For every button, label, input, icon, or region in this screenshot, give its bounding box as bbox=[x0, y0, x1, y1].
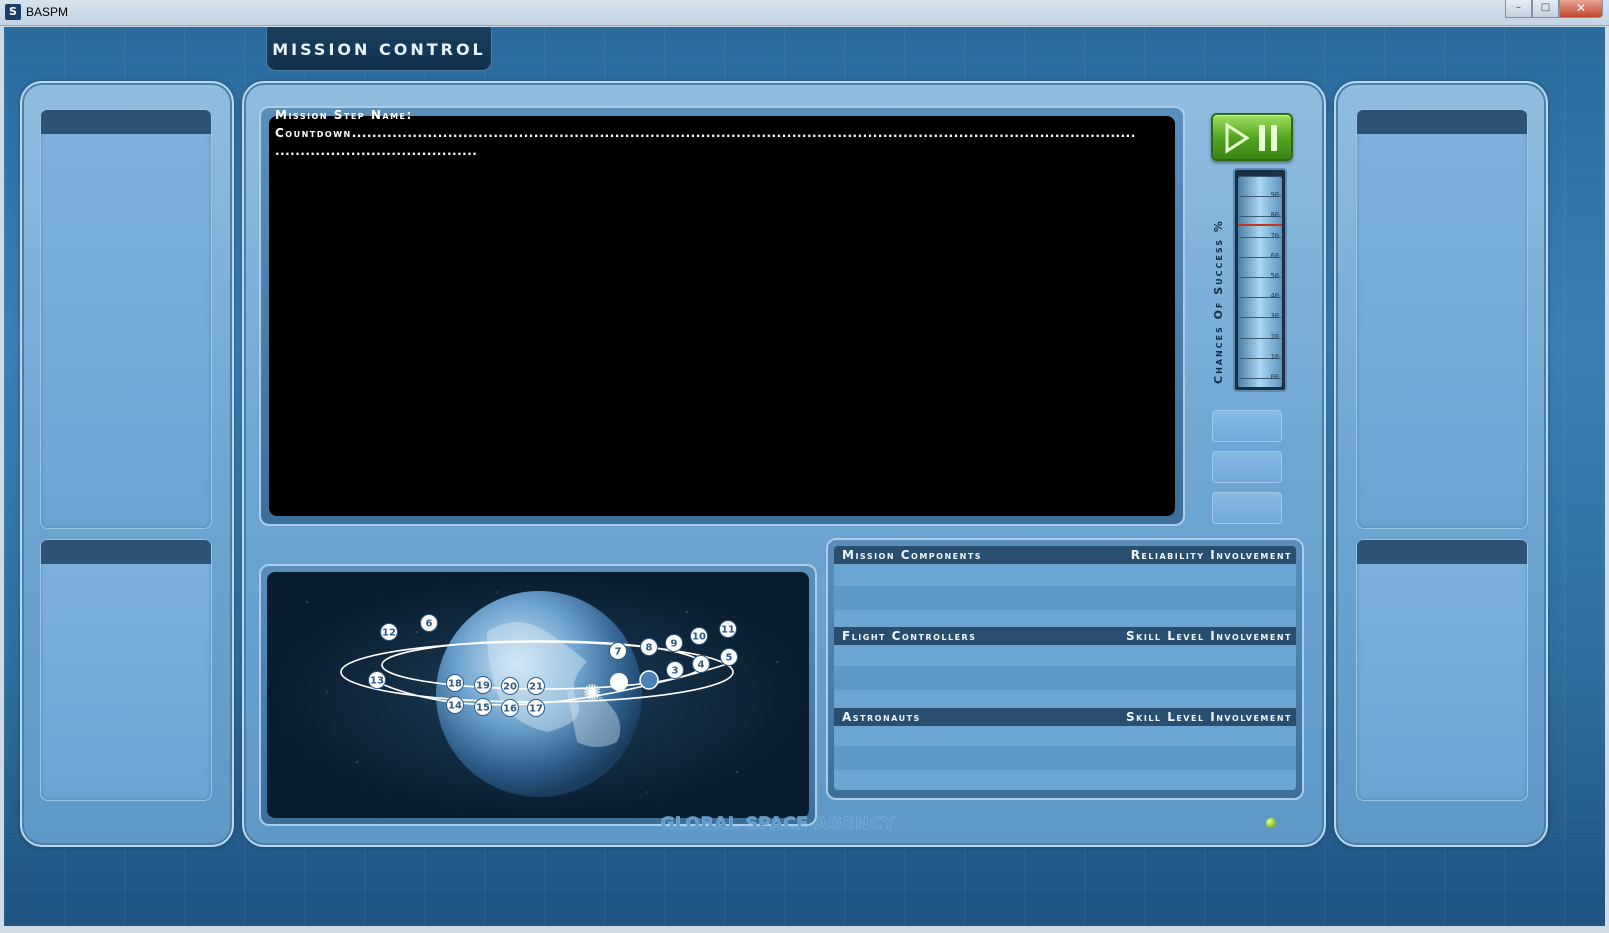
orbit-step-label: 11 bbox=[721, 625, 735, 636]
mission-screen-frame bbox=[259, 106, 1185, 526]
window-controls: – □ ✕ bbox=[1505, 0, 1603, 18]
agency-name: GLOBAL SPACE AGENCY bbox=[660, 814, 896, 835]
orbit-step-label: 14 bbox=[448, 701, 462, 712]
orbit-view: ✺ 3 4 5 6 7 8 9 10 11 12 13 14 15 16 17 18 19 20 21 bbox=[267, 572, 809, 818]
left-panel bbox=[20, 81, 234, 847]
right-slot-top bbox=[1356, 109, 1528, 529]
orbit-step-label: 10 bbox=[692, 632, 706, 643]
left-slot-top bbox=[40, 109, 212, 529]
sun-icon: ✺ bbox=[583, 681, 601, 706]
slot-header bbox=[1357, 540, 1527, 564]
involvement-col: Involvement bbox=[1210, 548, 1292, 562]
orbit-step-label: 8 bbox=[646, 643, 653, 654]
orbit-step-label: 19 bbox=[476, 681, 490, 692]
app-icon: S bbox=[5, 4, 21, 20]
header-tab: MISSION CONTROL bbox=[266, 27, 492, 71]
right-slot-bottom bbox=[1356, 539, 1528, 801]
info-row bbox=[834, 746, 1296, 770]
slot-header bbox=[41, 110, 211, 134]
reliability-col: Reliability bbox=[1130, 548, 1205, 562]
orbit-step-label: 6 bbox=[426, 619, 433, 630]
control-slot-3 bbox=[1212, 492, 1282, 524]
dot-leader: ........................................… bbox=[351, 126, 1135, 140]
slot-header bbox=[1357, 110, 1527, 134]
info-row bbox=[834, 586, 1296, 610]
gauge-tick-label: 20 bbox=[1270, 332, 1279, 341]
close-button[interactable]: ✕ bbox=[1559, 0, 1603, 18]
step-name-value: Countdown bbox=[275, 126, 352, 140]
success-gauge: 100 90 80 70 60 50 40 30 20 10 00 bbox=[1233, 168, 1287, 392]
right-panel bbox=[1334, 81, 1548, 847]
skill-level-col: Skill Level bbox=[1126, 629, 1205, 643]
step-countdown-line: Countdown ..............................… bbox=[275, 124, 1135, 142]
gauge-tick-label: 80 bbox=[1270, 211, 1279, 220]
orbit-step-label: 12 bbox=[382, 628, 396, 639]
page-title: MISSION CONTROL bbox=[272, 40, 486, 59]
mission-components-columns: Reliability Involvement bbox=[1131, 548, 1292, 562]
left-slot-bottom bbox=[40, 539, 212, 801]
mission-step-text: Mission Step Name: Countdown ...........… bbox=[275, 106, 1135, 160]
mission-components-label: Mission Components bbox=[842, 548, 983, 562]
flight-controllers-columns: Skill Level Involvement bbox=[1126, 629, 1292, 643]
maximize-button[interactable]: □ bbox=[1532, 0, 1559, 18]
play-pause-icon bbox=[1225, 122, 1277, 154]
flight-controllers-label: Flight Controllers bbox=[842, 629, 977, 643]
orbit-step-label: 9 bbox=[671, 639, 678, 650]
involvement-col: Involvement bbox=[1210, 710, 1292, 724]
orbit-step-label: 18 bbox=[448, 679, 462, 690]
astronauts-label: Astronauts bbox=[842, 710, 921, 724]
orbit-step-label: 15 bbox=[476, 703, 490, 714]
orbit-step-label: 13 bbox=[370, 676, 384, 687]
window-title: BASPM bbox=[26, 5, 69, 19]
gauge-title: Chances Of Success % bbox=[1212, 219, 1225, 384]
pause-icon bbox=[1259, 125, 1265, 151]
gauge-tick-label: 70 bbox=[1270, 231, 1279, 240]
control-slot-1 bbox=[1212, 410, 1282, 442]
window-titlebar: S BASPM – □ ✕ bbox=[0, 0, 1609, 26]
orbit-marker bbox=[610, 673, 628, 691]
slot-header bbox=[41, 540, 211, 564]
involvement-col: Involvement bbox=[1210, 629, 1292, 643]
play-icon bbox=[1225, 122, 1250, 154]
orbit-diagram: ✺ 3 4 5 6 7 8 9 10 11 12 13 14 15 16 17 18 19 20 21 bbox=[306, 591, 778, 797]
gauge-tick-label: 00 bbox=[1270, 373, 1279, 381]
skill-level-col: Skill Level bbox=[1126, 710, 1205, 724]
moon-icon bbox=[639, 670, 659, 690]
gauge-tick-label: 40 bbox=[1270, 292, 1279, 301]
orbit-step-label: 4 bbox=[698, 660, 705, 671]
info-row bbox=[834, 666, 1296, 690]
mission-screen bbox=[269, 116, 1175, 516]
orbit-step-label: 21 bbox=[529, 682, 543, 693]
minimize-button[interactable]: – bbox=[1505, 0, 1532, 18]
gauge-tick-label: 90 bbox=[1270, 191, 1279, 200]
gauge-tick-label: 100 bbox=[1266, 171, 1279, 179]
play-pause-button[interactable] bbox=[1211, 113, 1293, 161]
orbit-step-label: 20 bbox=[503, 682, 517, 693]
gauge-tick-label: 10 bbox=[1270, 352, 1279, 361]
control-slot-2 bbox=[1212, 451, 1282, 483]
step-name-label: Mission Step Name: bbox=[275, 108, 413, 122]
gauge-tick-label: 50 bbox=[1270, 272, 1279, 280]
orbit-step-label: 5 bbox=[726, 653, 733, 664]
gauge-tick-label: 30 bbox=[1270, 312, 1279, 321]
gauge-marker bbox=[1238, 224, 1282, 227]
status-led bbox=[1266, 818, 1276, 828]
info-panel: Mission Components Reliability Involveme… bbox=[834, 546, 1296, 790]
orbit-step-label: 16 bbox=[503, 704, 517, 715]
astronauts-columns: Skill Level Involvement bbox=[1126, 710, 1292, 724]
dot-leader-2: ........................................ bbox=[275, 144, 478, 158]
orbit-step-label: 7 bbox=[615, 647, 622, 658]
orbit-step-label: 17 bbox=[529, 704, 543, 715]
orbit-step-label: 3 bbox=[672, 666, 679, 677]
gauge-tick-label: 60 bbox=[1270, 251, 1279, 260]
